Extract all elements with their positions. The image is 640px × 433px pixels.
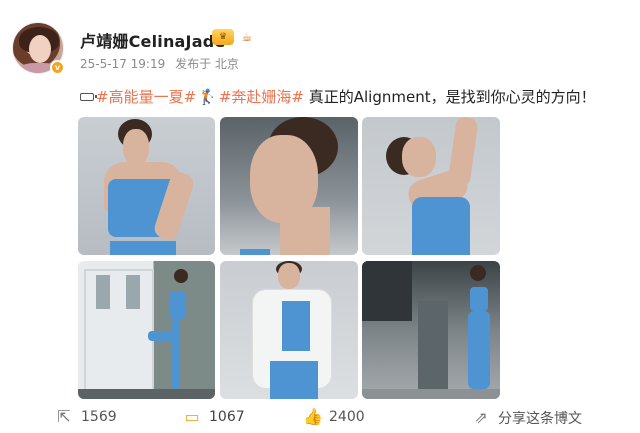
post-image[interactable] xyxy=(78,117,215,255)
share-icon: ⇗ xyxy=(474,408,488,427)
cup-icon[interactable]: ☕ xyxy=(240,30,254,45)
post-text: #高能量一夏# 🏌 #奔赴姗海# 真正的Alignment，是找到你心灵的方向！ xyxy=(80,86,596,107)
comment-count: 1067 xyxy=(209,409,245,425)
post-image[interactable] xyxy=(362,117,500,255)
battery-icon xyxy=(80,93,97,101)
action-bar: ⇱ 1569 ▭ 1067 👍 2400 ⇗ 分享这条博文 xyxy=(0,404,640,433)
share-label: 分享这条博文 xyxy=(498,411,582,427)
figure-icon: 🏌 xyxy=(198,88,217,106)
post-image[interactable] xyxy=(78,261,215,399)
post-meta: 25-5-17 19:19 发布于 北京 xyxy=(80,55,245,72)
post-image[interactable] xyxy=(220,261,358,399)
comment-icon: ▭ xyxy=(184,407,200,426)
share-button[interactable]: ⇗ 分享这条博文 xyxy=(472,408,582,428)
hashtag-link[interactable]: #奔赴姗海# xyxy=(219,88,304,106)
like-icon: 👍 xyxy=(303,407,323,426)
crown-icon[interactable]: ♛ xyxy=(212,29,234,45)
like-count: 2400 xyxy=(329,409,365,425)
repost-icon: ⇱ xyxy=(57,407,71,426)
author-name[interactable]: 卢靖姗CelinaJade xyxy=(80,28,225,52)
repost-button[interactable]: ⇱ 1569 xyxy=(55,407,117,426)
comment-button[interactable]: ▭ 1067 xyxy=(183,407,245,426)
post-body: 真正的Alignment，是找到你心灵的方向！ xyxy=(308,88,596,106)
like-button[interactable]: 👍 2400 xyxy=(303,408,365,426)
post-image[interactable] xyxy=(220,117,358,255)
post-image[interactable] xyxy=(362,261,500,399)
verified-icon: v xyxy=(50,60,65,75)
hashtag-link[interactable]: #高能量一夏# xyxy=(96,88,196,106)
post-date[interactable]: 25-5-17 19:19 xyxy=(80,57,165,71)
post-location: 发布于 北京 xyxy=(175,57,239,71)
repost-count: 1569 xyxy=(81,409,117,425)
